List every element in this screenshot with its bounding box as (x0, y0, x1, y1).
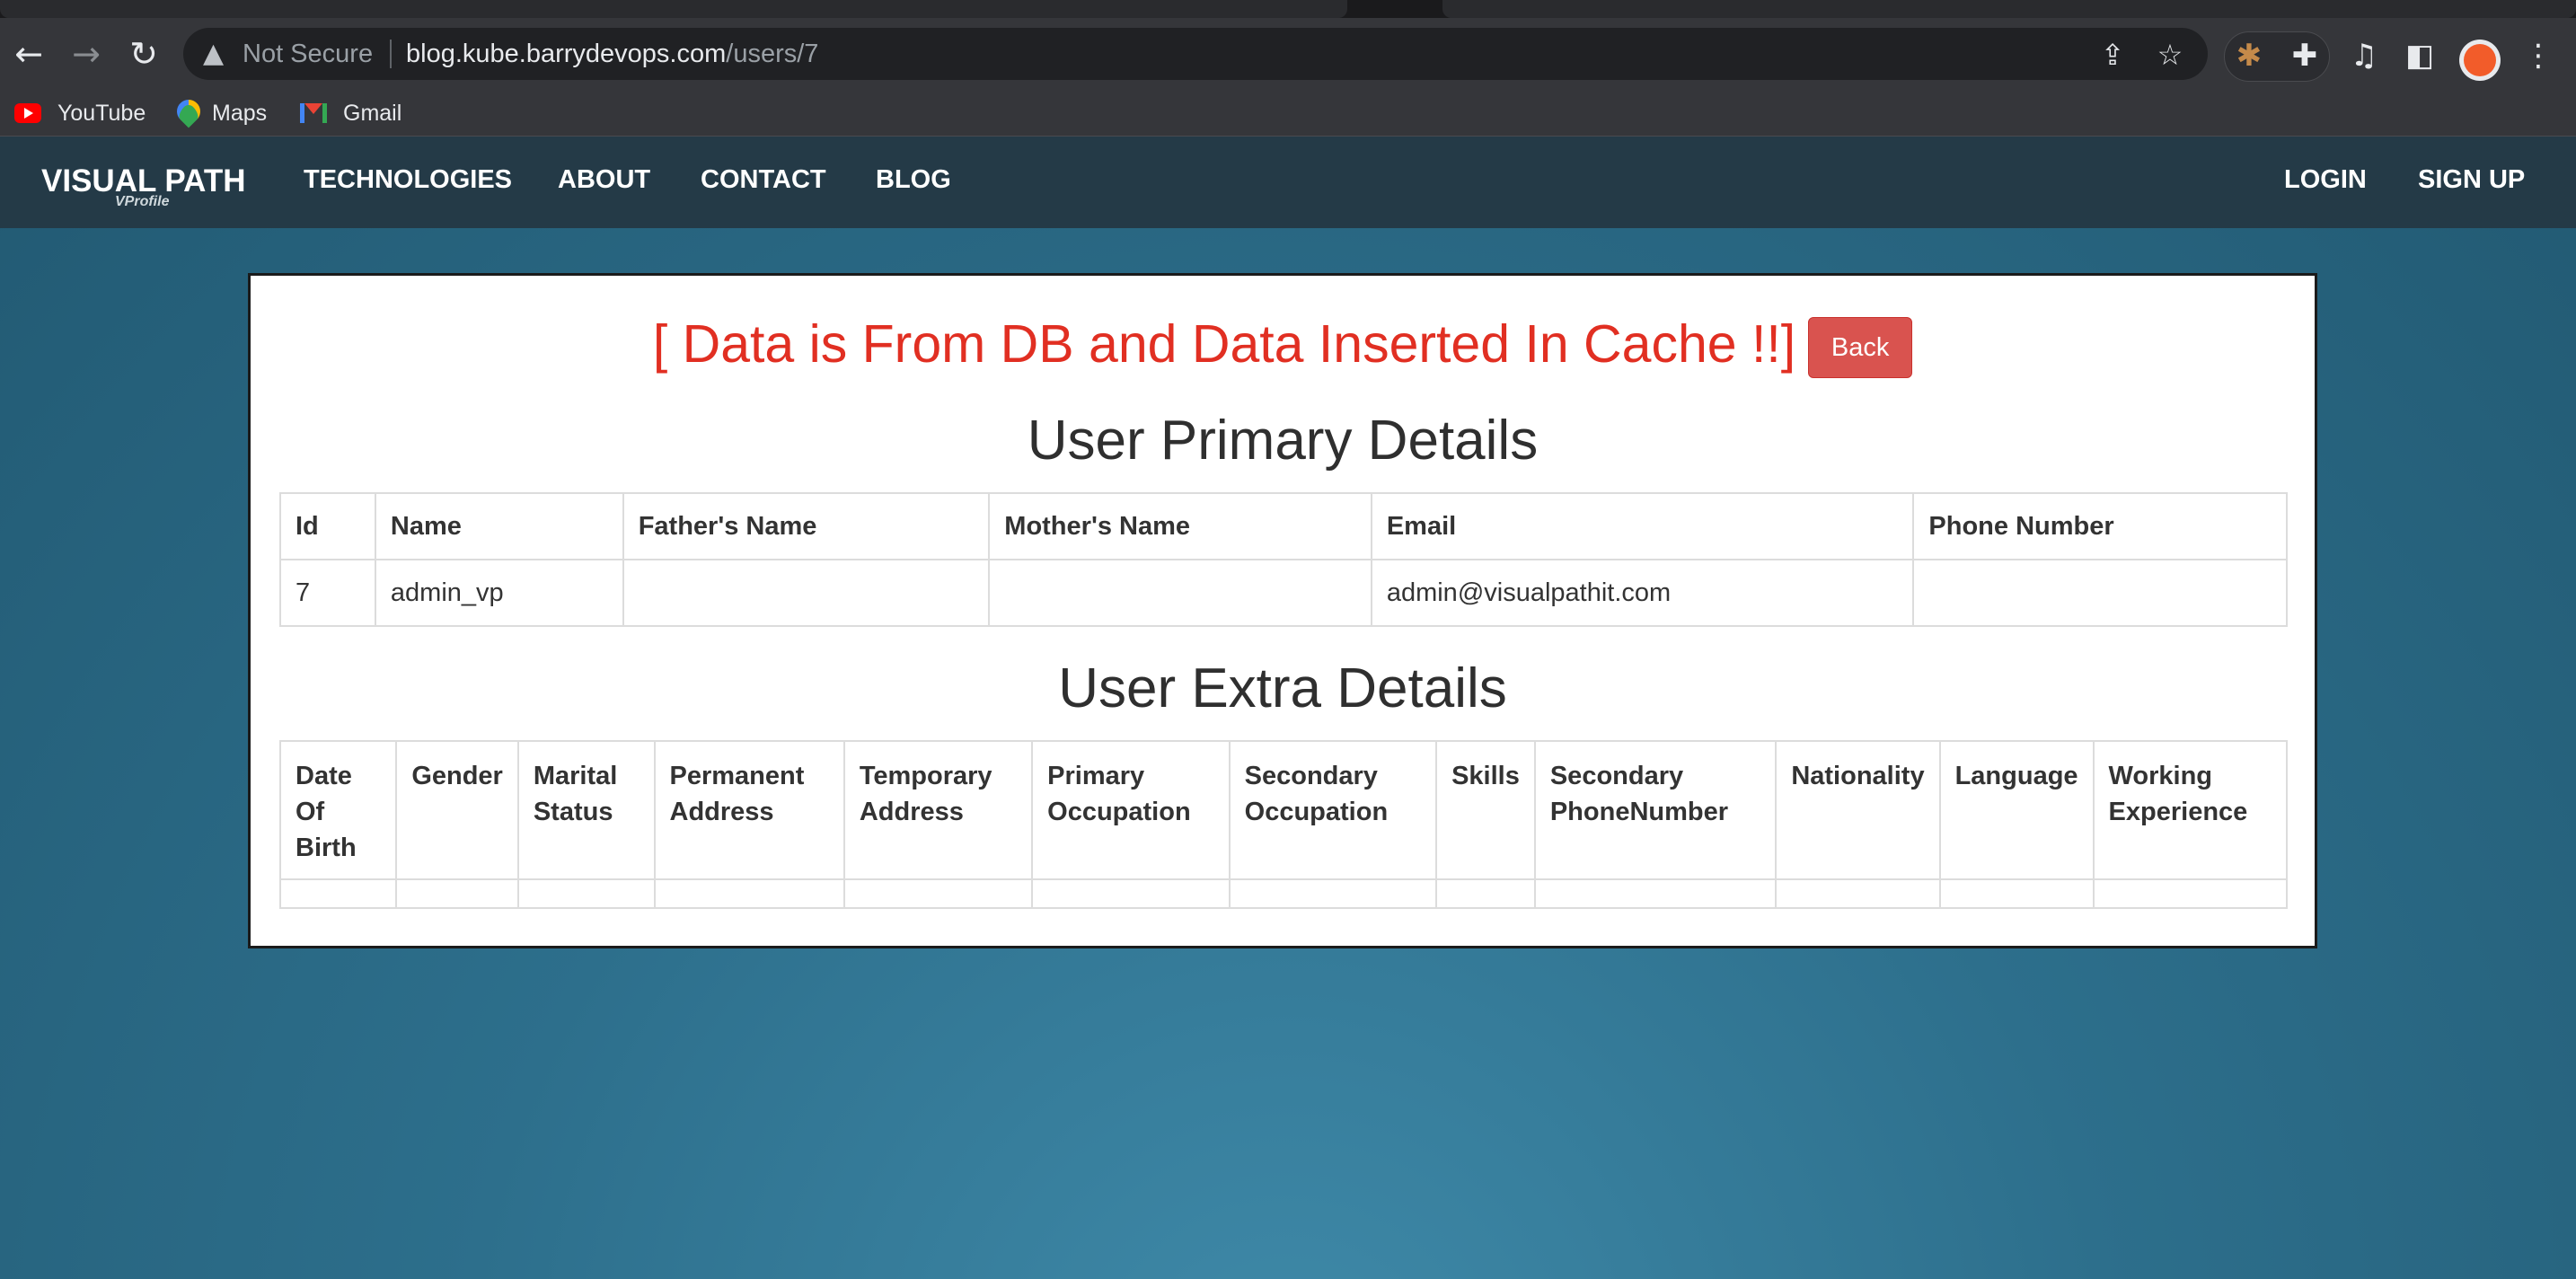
column-header: Marital Status (516, 740, 656, 880)
bug-extension-icon[interactable]: ✱ (2231, 38, 2267, 74)
extra-details-title: User Extra Details (1058, 657, 1507, 719)
column-header: Father's Name (622, 492, 991, 560)
cell-gender (395, 878, 519, 909)
cell-temporary-address (842, 878, 1034, 909)
cache-message-row: [ Data is From DB and Data Inserted In C… (251, 313, 2315, 378)
column-header: Nationality (1775, 740, 1941, 880)
share-icon[interactable]: ⇪ (2096, 39, 2129, 71)
back-button[interactable]: Back (1808, 317, 1913, 378)
menu-kebab-icon[interactable]: ⋮ (2520, 38, 2556, 74)
bookmark-star-icon[interactable]: ☆ (2154, 39, 2186, 71)
primary-details-title: User Primary Details (1027, 410, 1539, 472)
column-header: Secondary Occupation (1228, 740, 1438, 880)
cell-nationality (1775, 878, 1941, 909)
extra-details-table: Date Of Birth Gender Marital Status Perm… (278, 740, 2289, 909)
side-panel-icon[interactable]: ◧ (2402, 38, 2438, 74)
extensions-puzzle-icon[interactable]: ✚ (2287, 38, 2323, 74)
nav-technologies[interactable]: TECHNOLOGIES (304, 165, 512, 195)
cell-mothers-name (988, 559, 1372, 627)
column-header: Date Of Birth (278, 740, 398, 880)
cell-working-experience (2092, 878, 2289, 909)
column-header: Language (1938, 740, 2095, 880)
column-header: Temporary Address (842, 740, 1034, 880)
cell-secondary-occupation (1228, 878, 1438, 909)
cell-language (1938, 878, 2095, 909)
column-header: Gender (395, 740, 519, 880)
table-header-row: Id Name Father's Name Mother's Name Emai… (279, 492, 2288, 560)
browser-tab-active[interactable] (0, 0, 1347, 18)
address-bar[interactable]: ▲ Not Secure blog.kube.barrydevops.com/u… (183, 28, 2208, 80)
cell-email: admin@visualpathit.com (1370, 559, 1915, 627)
cache-status-message: [ Data is From DB and Data Inserted In C… (652, 314, 1796, 374)
address-separator (390, 40, 392, 68)
column-header: Mother's Name (988, 492, 1372, 560)
nav-about[interactable]: ABOUT (558, 165, 650, 195)
maps-icon (176, 100, 196, 127)
cell-id: 7 (279, 559, 376, 627)
cell-date-of-birth (278, 878, 398, 909)
nav-blog[interactable]: BLOG (876, 165, 951, 195)
cell-primary-occupation (1031, 878, 1231, 909)
forward-arrow-icon[interactable]: → (59, 27, 113, 81)
primary-details-table: Id Name Father's Name Mother's Name Emai… (279, 492, 2288, 627)
cell-skills (1435, 878, 1536, 909)
url-host: blog.kube.barrydevops.com (406, 40, 727, 68)
table-row: 7 admin_vp admin@visualpathit.com (279, 559, 2288, 627)
profile-avatar[interactable] (2459, 40, 2501, 81)
tab-strip (0, 0, 2576, 18)
cell-marital-status (516, 878, 656, 909)
bookmarks-bar: YouTube Maps Gmail (0, 90, 2576, 137)
table-header-row: Date Of Birth Gender Marital Status Perm… (278, 740, 2289, 880)
column-header: Phone Number (1912, 492, 2288, 560)
warning-triangle-icon[interactable]: ▲ (203, 39, 234, 69)
nav-signup[interactable]: SIGN UP (2418, 165, 2525, 195)
url-text[interactable]: blog.kube.barrydevops.com/users/7 (406, 39, 818, 69)
brand-subtitle: VProfile (115, 194, 170, 209)
bookmark-gmail[interactable]: Gmail (300, 97, 401, 129)
reload-icon[interactable]: ↻ (117, 27, 171, 81)
column-header: Working Experience (2092, 740, 2289, 880)
column-header: Id (279, 492, 376, 560)
bookmark-label: Gmail (343, 100, 402, 126)
column-header: Name (374, 492, 624, 560)
bookmark-youtube[interactable]: YouTube (14, 97, 146, 129)
cell-permanent-address (653, 878, 845, 909)
gmail-icon (300, 103, 327, 123)
bookmark-label: YouTube (57, 100, 146, 126)
cell-fathers-name (622, 559, 991, 627)
cell-secondary-phone (1533, 878, 1778, 909)
cell-name: admin_vp (374, 559, 624, 627)
column-header: Email (1370, 492, 1915, 560)
column-header: Skills (1435, 740, 1536, 880)
page-content: VISUAL PATH VProfile TECHNOLOGIES ABOUT … (0, 137, 2576, 1279)
youtube-icon (14, 103, 41, 123)
column-header: Primary Occupation (1031, 740, 1231, 880)
bookmark-label: Maps (212, 100, 268, 126)
security-label[interactable]: Not Secure (243, 39, 373, 69)
media-control-icon[interactable]: ♫ (2346, 38, 2382, 74)
column-header: Permanent Address (653, 740, 845, 880)
nav-contact[interactable]: CONTACT (701, 165, 826, 195)
browser-tab[interactable] (1442, 0, 2576, 18)
bookmark-maps[interactable]: Maps (176, 97, 267, 129)
back-arrow-icon[interactable]: ← (2, 27, 56, 81)
site-navbar: VISUAL PATH VProfile TECHNOLOGIES ABOUT … (0, 137, 2576, 228)
browser-toolbar: ← → ↻ ▲ Not Secure blog.kube.barrydevops… (0, 18, 2576, 90)
url-path: /users/7 (726, 40, 819, 68)
details-card: [ Data is From DB and Data Inserted In C… (248, 273, 2317, 948)
column-header: Secondary PhoneNumber (1533, 740, 1778, 880)
table-row (278, 878, 2289, 909)
cell-phone-number (1912, 559, 2288, 627)
nav-login[interactable]: LOGIN (2284, 165, 2367, 195)
